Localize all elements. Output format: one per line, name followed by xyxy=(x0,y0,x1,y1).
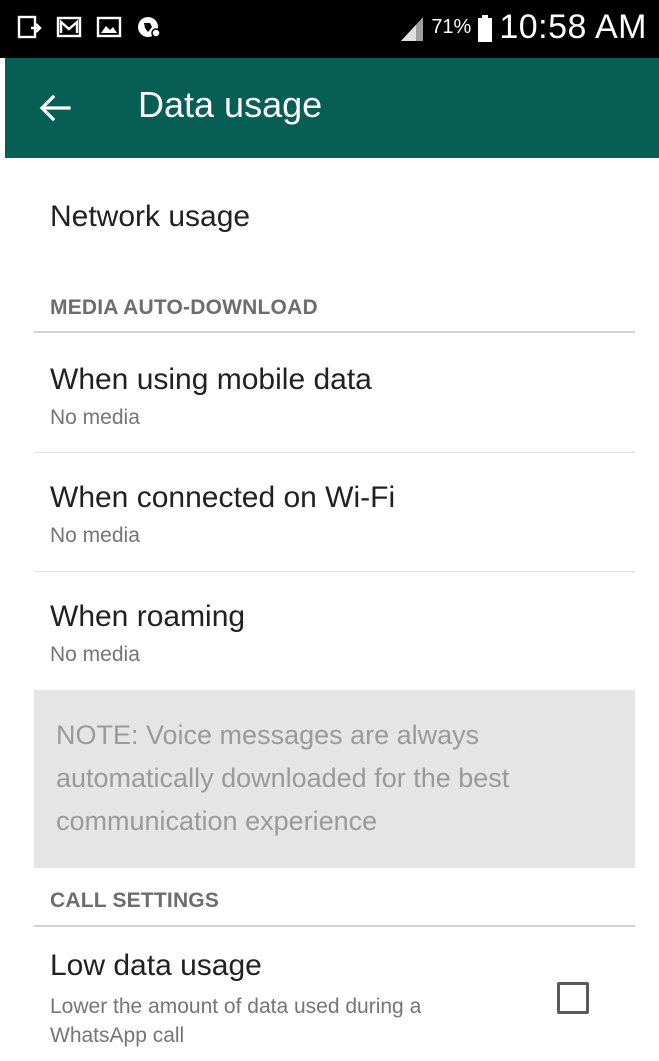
clock: 10:58 AM xyxy=(499,8,647,46)
notification-icons xyxy=(16,14,162,40)
wifi-item[interactable]: When connected on Wi-Fi No media xyxy=(0,453,659,571)
mobile-data-item[interactable]: When using mobile data No media xyxy=(0,334,659,452)
low-data-usage-checkbox[interactable] xyxy=(557,982,589,1014)
network-usage-item[interactable]: Network usage xyxy=(0,180,659,260)
section-header-media-auto-download: MEDIA AUTO-DOWNLOAD xyxy=(50,296,318,319)
arrow-back-icon[interactable] xyxy=(35,88,75,128)
image-icon xyxy=(96,16,122,38)
mobile-data-title: When using mobile data xyxy=(50,363,372,396)
low-data-usage-title: Low data usage xyxy=(50,949,262,982)
app-bar: Data usage xyxy=(5,58,659,158)
voice-note-box: NOTE: Voice messages are always automati… xyxy=(34,690,635,868)
low-data-usage-summary: Lower the amount of data used during a W… xyxy=(50,995,422,1047)
low-data-usage-item[interactable]: Low data usage Lower the amount of data … xyxy=(0,928,659,1061)
app-notification-icon xyxy=(138,17,161,38)
status-bar: 71% 10:58 AM xyxy=(0,0,659,58)
gmail-icon xyxy=(56,16,82,38)
section-divider xyxy=(34,925,635,927)
network-usage-label: Network usage xyxy=(50,200,251,233)
mobile-data-summary: No media xyxy=(50,406,140,429)
roaming-summary: No media xyxy=(50,643,140,666)
signal-icon xyxy=(401,16,424,41)
battery-percent: 71% xyxy=(431,16,472,38)
voice-note-text: NOTE: Voice messages are always automati… xyxy=(56,720,510,836)
wifi-summary: No media xyxy=(50,524,140,547)
battery-icon xyxy=(478,14,493,42)
status-right: 71% 10:58 AM xyxy=(399,8,647,47)
wifi-title: When connected on Wi-Fi xyxy=(50,481,396,514)
page-title: Data usage xyxy=(138,84,323,125)
section-header-call-settings: CALL SETTINGS xyxy=(50,889,220,912)
roaming-title: When roaming xyxy=(50,600,246,633)
download-notification-icon xyxy=(17,15,42,39)
roaming-item[interactable]: When roaming No media xyxy=(0,572,659,690)
section-divider xyxy=(34,331,635,333)
